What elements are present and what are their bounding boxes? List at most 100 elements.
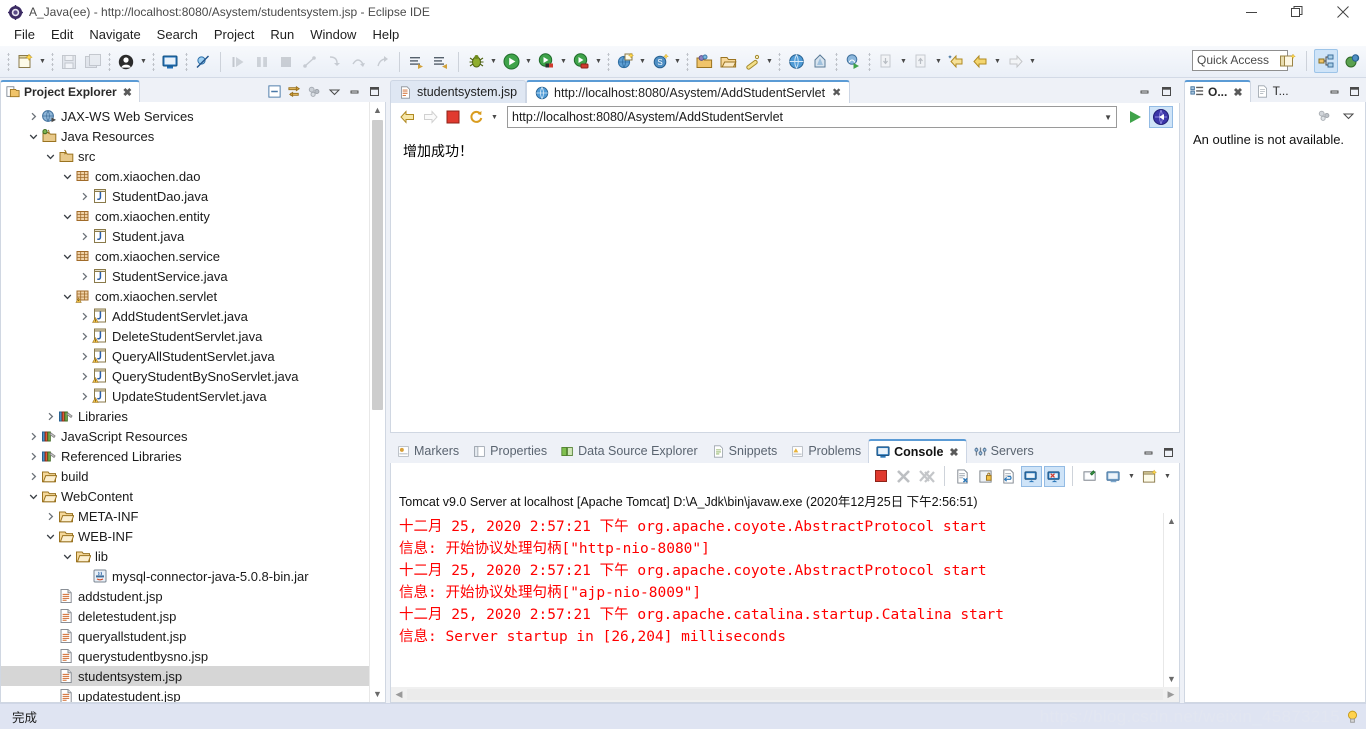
- menu-help[interactable]: Help: [364, 25, 407, 45]
- minimize-icon[interactable]: [345, 82, 363, 100]
- open-type-icon[interactable]: [692, 50, 716, 74]
- save-all-icon[interactable]: [81, 50, 105, 74]
- skip-breakpoints-icon[interactable]: [191, 50, 215, 74]
- console-output[interactable]: 十二月 25, 2020 2:57:21 下午 org.apache.coyot…: [390, 513, 1180, 687]
- menu-file[interactable]: File: [6, 25, 43, 45]
- chevron-right-icon[interactable]: [77, 332, 91, 341]
- tree-item-src[interactable]: src: [1, 146, 385, 166]
- chevron-right-icon[interactable]: [26, 112, 40, 121]
- tree-item-meta-inf[interactable]: META-INF: [1, 506, 385, 526]
- maximize-icon[interactable]: [365, 82, 383, 100]
- tree-item-java-resources[interactable]: Java Resources: [1, 126, 385, 146]
- forward-dropdown[interactable]: ▼: [1027, 50, 1038, 74]
- disconnect-icon[interactable]: [298, 50, 322, 74]
- next-edit-icon[interactable]: [909, 50, 933, 74]
- chevron-down-icon[interactable]: [60, 172, 74, 181]
- show-console-on-output-icon[interactable]: [1021, 465, 1042, 487]
- tab-servers[interactable]: Servers: [967, 439, 1041, 463]
- tree-item-referenced-libraries[interactable]: Referenced Libraries: [1, 446, 385, 466]
- open-external-browser-icon[interactable]: [1149, 106, 1173, 128]
- maximize-icon[interactable]: [1159, 443, 1177, 461]
- back-dropdown[interactable]: ▼: [992, 50, 1003, 74]
- tree-item-deletestudentservlet-java[interactable]: DeleteStudentServlet.java: [1, 326, 385, 346]
- user-icon[interactable]: [114, 50, 138, 74]
- project-tree[interactable]: JAX-WS Web Services Java Resources src com.…: [1, 102, 385, 702]
- tree-item-web-inf[interactable]: WEB-INF: [1, 526, 385, 546]
- run-server-dropdown[interactable]: ▼: [593, 50, 604, 74]
- tree-item-deletestudent-jsp[interactable]: deletestudent.jsp: [1, 606, 385, 626]
- close-icon[interactable]: ✖: [832, 86, 841, 99]
- menu-window[interactable]: Window: [302, 25, 364, 45]
- url-input[interactable]: http://localhost:8080/Asystem/AddStudent…: [507, 106, 1117, 128]
- resume-icon[interactable]: [226, 50, 250, 74]
- maximize-icon[interactable]: [1157, 83, 1175, 101]
- minimize-icon[interactable]: [1325, 82, 1343, 100]
- chevron-down-icon[interactable]: [26, 132, 40, 141]
- scroll-lock-icon[interactable]: [975, 466, 996, 487]
- restore-button[interactable]: [1274, 0, 1320, 24]
- chevron-down-icon[interactable]: [60, 252, 74, 261]
- maximize-icon[interactable]: [1345, 82, 1363, 100]
- chevron-right-icon[interactable]: [43, 412, 57, 421]
- scroll-up-icon[interactable]: ▲: [373, 102, 382, 118]
- scroll-down-icon[interactable]: ▼: [373, 686, 382, 702]
- tab-outline[interactable]: O... ✖: [1184, 80, 1251, 102]
- console-scrollbar[interactable]: ▲ ▼: [1163, 513, 1179, 687]
- search-dropdown[interactable]: ▼: [764, 50, 775, 74]
- tab-data-source-explorer[interactable]: Data Source Explorer: [554, 439, 705, 463]
- tree-item-com-xiaochen-servlet[interactable]: com.xiaochen.servlet: [1, 286, 385, 306]
- tab-properties[interactable]: Properties: [466, 439, 554, 463]
- word-wrap-icon[interactable]: [998, 466, 1019, 487]
- tree-item-com-xiaochen-entity[interactable]: com.xiaochen.entity: [1, 206, 385, 226]
- new-wizard-dropdown[interactable]: ▼: [37, 50, 48, 74]
- quick-access-input[interactable]: Quick Access: [1192, 50, 1288, 71]
- close-icon[interactable]: ✖: [123, 86, 132, 99]
- chevron-down-icon[interactable]: ▼: [489, 105, 500, 129]
- step-return-icon[interactable]: [370, 50, 394, 74]
- open-perspective-icon[interactable]: [1275, 49, 1299, 73]
- pin-console-icon[interactable]: [1080, 466, 1101, 487]
- chevron-right-icon[interactable]: [77, 192, 91, 201]
- tree-item-com-xiaochen-service[interactable]: com.xiaochen.service: [1, 246, 385, 266]
- user-dropdown[interactable]: ▼: [138, 50, 149, 74]
- link-with-editor-icon[interactable]: [285, 82, 303, 100]
- new-class-dropdown[interactable]: ▼: [672, 50, 683, 74]
- view-menu-icon[interactable]: [1339, 106, 1357, 124]
- scroll-up-icon[interactable]: ▲: [1167, 513, 1176, 529]
- menu-run[interactable]: Run: [262, 25, 302, 45]
- minimize-icon[interactable]: [1139, 443, 1157, 461]
- terminate-icon[interactable]: [274, 50, 298, 74]
- java-perspective-icon[interactable]: [1340, 49, 1364, 73]
- suspend-icon[interactable]: [250, 50, 274, 74]
- stop-icon[interactable]: [443, 107, 463, 127]
- back-icon[interactable]: [944, 50, 968, 74]
- chevron-down-icon[interactable]: ▼: [1126, 464, 1137, 488]
- tree-item-updatestudentservlet-java[interactable]: UpdateStudentServlet.java: [1, 386, 385, 406]
- scroll-down-icon[interactable]: ▼: [1167, 671, 1176, 687]
- view-menu-filters-icon[interactable]: [305, 82, 323, 100]
- previous-edit-icon[interactable]: [874, 50, 898, 74]
- tree-item-build[interactable]: build: [1, 466, 385, 486]
- java-ee-perspective-icon[interactable]: [1314, 49, 1338, 73]
- terminal-icon[interactable]: [158, 50, 182, 74]
- close-button[interactable]: [1320, 0, 1366, 24]
- minimize-icon[interactable]: [1135, 83, 1153, 101]
- scroll-right-icon[interactable]: ▶: [1163, 689, 1179, 700]
- search-icon[interactable]: [740, 50, 764, 74]
- tab-project-explorer[interactable]: Project Explorer ✖: [0, 80, 140, 102]
- tree-item-com-xiaochen-dao[interactable]: com.xiaochen.dao: [1, 166, 385, 186]
- open-console-icon[interactable]: [1139, 466, 1160, 487]
- chevron-down-icon[interactable]: [26, 492, 40, 501]
- chevron-right-icon[interactable]: [26, 472, 40, 481]
- tree-item-querystudentbysnoservlet-java[interactable]: QueryStudentBySnoServlet.java: [1, 366, 385, 386]
- tree-item-webcontent[interactable]: WebContent: [1, 486, 385, 506]
- tree-item-addstudent-jsp[interactable]: addstudent.jsp: [1, 586, 385, 606]
- minimize-button[interactable]: [1228, 0, 1274, 24]
- new-web-project-icon[interactable]: [613, 50, 637, 74]
- chevron-down-icon-2[interactable]: ▼: [1162, 464, 1173, 488]
- save-icon[interactable]: [57, 50, 81, 74]
- back-arrow-icon[interactable]: [397, 107, 417, 127]
- chevron-right-icon[interactable]: [26, 432, 40, 441]
- forward-icon[interactable]: [1003, 50, 1027, 74]
- tree-item-querystudentbysno-jsp[interactable]: querystudentbysno.jsp: [1, 646, 385, 666]
